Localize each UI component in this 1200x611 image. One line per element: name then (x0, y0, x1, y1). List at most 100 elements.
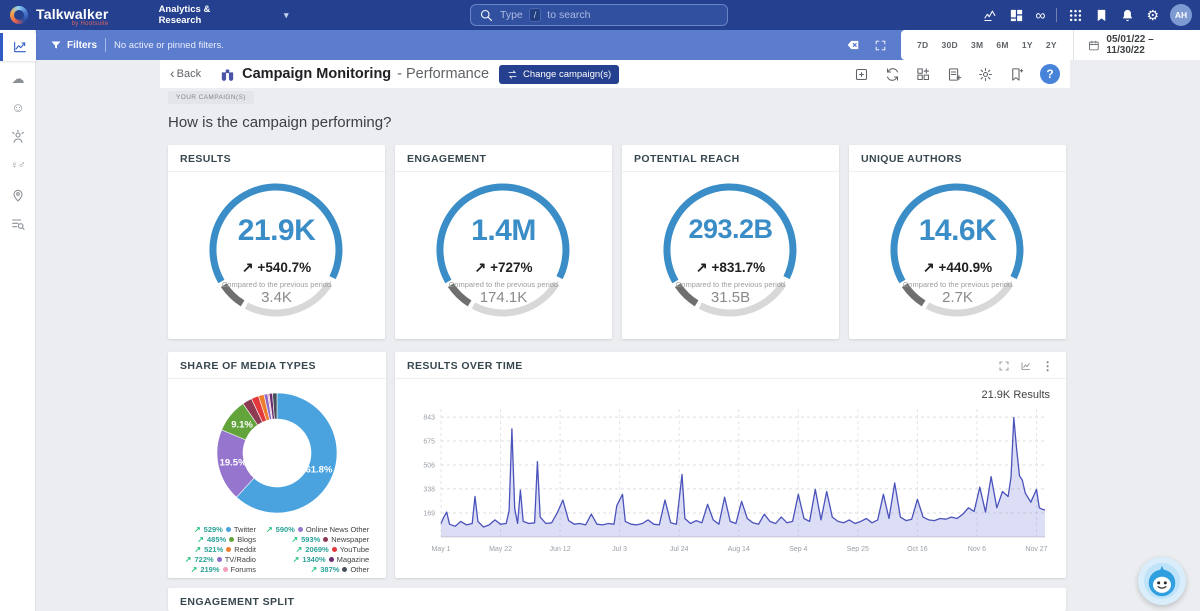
kpi-card-engagement: ENGAGEMENT 1.4M ↗ +727% Compared to the … (395, 145, 612, 339)
add-report-icon[interactable] (947, 67, 962, 82)
sidebar-item-world-map[interactable] (0, 180, 36, 209)
expand-widget-icon[interactable] (998, 360, 1010, 372)
range-6m[interactable]: 6M (996, 40, 1008, 50)
legend-color-dot (298, 527, 303, 532)
legend-label: Blogs (237, 535, 256, 544)
range-30d[interactable]: 30D (941, 40, 958, 50)
svg-text:Jul 3: Jul 3 (612, 546, 627, 553)
trend-up-arrow-icon: ↗ (266, 525, 273, 534)
results-over-time-chart[interactable]: 169338506675843May 1May 22Jun 12Jul 3Jul… (405, 403, 1052, 561)
svg-text:Aug 14: Aug 14 (728, 546, 750, 553)
kpi-value: 21.9K (168, 214, 385, 248)
legend-label: TV/Radio (225, 555, 256, 564)
apps-grid-icon[interactable] (1068, 8, 1083, 23)
kpi-change: ↗ +540.7% (168, 259, 385, 276)
kpi-change: ↗ +440.9% (849, 259, 1066, 276)
trend-up-arrow-icon: ↗ (291, 535, 298, 544)
widget-settings-gear-icon[interactable] (978, 67, 993, 82)
legend-label: Other (350, 565, 369, 574)
legend-item-tv-radio[interactable]: ↗722%TV/Radio (185, 555, 256, 564)
range-2y[interactable]: 2Y (1046, 40, 1057, 50)
notifications-bell-icon[interactable] (1120, 8, 1135, 23)
legend-label: YouTube (340, 545, 369, 554)
svg-text:338: 338 (423, 486, 435, 493)
svg-text:Jun 12: Jun 12 (550, 546, 571, 553)
help-button[interactable]: ? (1040, 64, 1060, 84)
fullscreen-icon[interactable] (874, 39, 887, 52)
legend-change-value: 485% (207, 535, 226, 544)
media-types-title: SHARE OF MEDIA TYPES (168, 352, 386, 379)
results-total-label: 21.9K Results (395, 379, 1066, 403)
bookmarks-icon[interactable] (1094, 8, 1109, 23)
kpi-compare-label: Compared to the previous period (395, 280, 612, 289)
legend-item-newspaper[interactable]: ↗593%Newspaper (266, 535, 369, 544)
add-widget-icon[interactable] (916, 67, 931, 82)
arrow-up-right-icon: ↗ (242, 259, 258, 275)
smiley-icon: ☺ (11, 101, 24, 114)
copy-to-dashboard-icon[interactable] (854, 67, 869, 82)
kpi-value: 1.4M (395, 214, 612, 248)
sidebar-item-demographics[interactable]: ♀♂ (0, 151, 36, 180)
sidebar-item-wordcloud[interactable]: ☁ (0, 64, 36, 93)
media-types-donut-chart[interactable]: 61.8%19.5%9.1% (185, 381, 369, 523)
sidebar-item-sentiment[interactable]: ☺ (0, 93, 36, 122)
legend-change-value: 722% (195, 555, 214, 564)
talkwalker-logo[interactable] (10, 6, 28, 24)
list-search-icon (10, 216, 26, 232)
dashboards-icon[interactable] (1009, 8, 1024, 23)
clear-filters-icon[interactable] (846, 38, 860, 52)
legend-item-twitter[interactable]: ↗529%Twitter (185, 525, 256, 534)
filter-status-text: No active or pinned filters. (114, 40, 224, 51)
range-7d[interactable]: 7D (917, 40, 928, 50)
kpi-change: ↗ +831.7% (622, 259, 839, 276)
left-sidebar: ☁ ☺ ♀♂ (0, 30, 36, 611)
brand[interactable]: Talkwalker by Hootsuite (36, 7, 109, 23)
brand-subtext: by Hootsuite (72, 21, 109, 27)
search-input[interactable]: Type / to search (470, 4, 728, 26)
analytics-pulse-icon[interactable] (983, 8, 998, 23)
more-menu-icon[interactable]: ⋮ (1042, 360, 1054, 372)
time-range-group: 7D 30D 3M 6M 1Y 2Y (901, 40, 1073, 50)
section-question: How is the campaign performing? (168, 114, 391, 131)
sidebar-item-topics[interactable] (0, 209, 36, 238)
legend-color-dot (332, 547, 337, 552)
trend-up-arrow-icon: ↗ (293, 555, 300, 564)
settings-gear-icon[interactable]: ⚙ (1146, 8, 1159, 22)
legend-item-online-news-other[interactable]: ↗590%Online News Other (266, 525, 369, 534)
chat-assistant-button[interactable] (1138, 557, 1186, 605)
legend-item-forums[interactable]: ↗219%Forums (185, 565, 256, 574)
legend-item-reddit[interactable]: ↗521%Reddit (185, 545, 256, 554)
legend-change-value: 387% (320, 565, 339, 574)
chart-type-icon[interactable] (1020, 360, 1032, 372)
add-bookmark-icon[interactable] (1009, 67, 1024, 82)
workspace-menu[interactable]: Analytics & Research ▾ (159, 4, 289, 26)
legend-item-blogs[interactable]: ↗485%Blogs (185, 535, 256, 544)
svg-text:19.5%: 19.5% (220, 458, 247, 469)
back-button[interactable]: ‹ Back (170, 68, 201, 80)
trend-chart-icon (12, 39, 28, 55)
date-range-picker[interactable]: 05/01/22 – 11/30/22 (1074, 34, 1200, 56)
kpi-compare-label: Compared to the previous period (168, 280, 385, 289)
change-campaign-button[interactable]: Change campaign(s) (499, 65, 619, 84)
legend-item-magazine[interactable]: ↗1340%Magazine (266, 555, 369, 564)
svg-text:Sep 25: Sep 25 (847, 546, 869, 553)
user-avatar[interactable]: AH (1170, 4, 1192, 26)
range-1y[interactable]: 1Y (1022, 40, 1033, 50)
search-placeholder-prefix: Type (500, 9, 523, 21)
sidebar-item-analytics[interactable] (0, 33, 36, 61)
search-placeholder-suffix: to search (547, 9, 590, 21)
trend-up-arrow-icon: ↗ (194, 525, 201, 534)
results-over-time-title: RESULTS OVER TIME (407, 360, 523, 372)
range-3m[interactable]: 3M (971, 40, 983, 50)
media-types-legend: ↗529%Twitter↗590%Online News Other↗485%B… (168, 525, 386, 574)
your-campaigns-tab[interactable]: YOUR CAMPAIGN(S) (168, 91, 254, 104)
refresh-icon[interactable] (885, 67, 900, 82)
legend-color-dot (217, 557, 222, 562)
legend-item-other[interactable]: ↗387%Other (266, 565, 369, 574)
integrations-icon[interactable]: ∞ (1035, 8, 1045, 22)
filters-button[interactable]: Filters (50, 39, 97, 51)
sidebar-item-influencers[interactable] (0, 122, 36, 151)
legend-change-value: 1340% (302, 555, 325, 564)
swap-icon (507, 69, 518, 80)
legend-item-youtube[interactable]: ↗2069%YouTube (266, 545, 369, 554)
